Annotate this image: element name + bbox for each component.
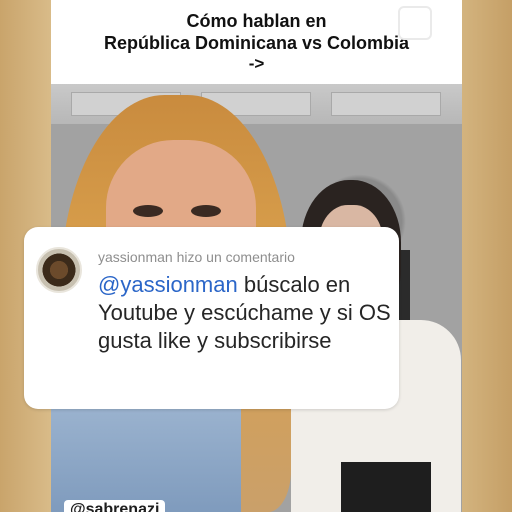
person-1-eye-right: [191, 205, 221, 217]
user-tag[interactable]: @sabrenazi: [64, 500, 166, 512]
comment-mention[interactable]: @yassionman: [98, 272, 238, 297]
person-2-skirt: [341, 462, 431, 512]
title-line-1: Cómo hablan en: [186, 11, 327, 31]
person-1-eye-left: [133, 205, 163, 217]
ceiling-panels: [51, 84, 462, 124]
square-outline-icon: [398, 6, 432, 40]
comment-body: @yassionman búscalo en Youtube y escúcha…: [98, 271, 394, 355]
comment-sticker[interactable]: yassionman hizo un comentario @yassionma…: [24, 227, 399, 409]
profile-avatar[interactable]: [36, 247, 82, 293]
title-banner: Cómo hablan en República Dominicana vs C…: [51, 0, 462, 84]
title-line-2: República Dominicana vs Colombia: [103, 33, 410, 53]
comment-header: yassionman hizo un comentario: [98, 249, 295, 265]
person-1-denim-shirt: [51, 405, 241, 512]
title-arrow: ->: [248, 54, 265, 73]
